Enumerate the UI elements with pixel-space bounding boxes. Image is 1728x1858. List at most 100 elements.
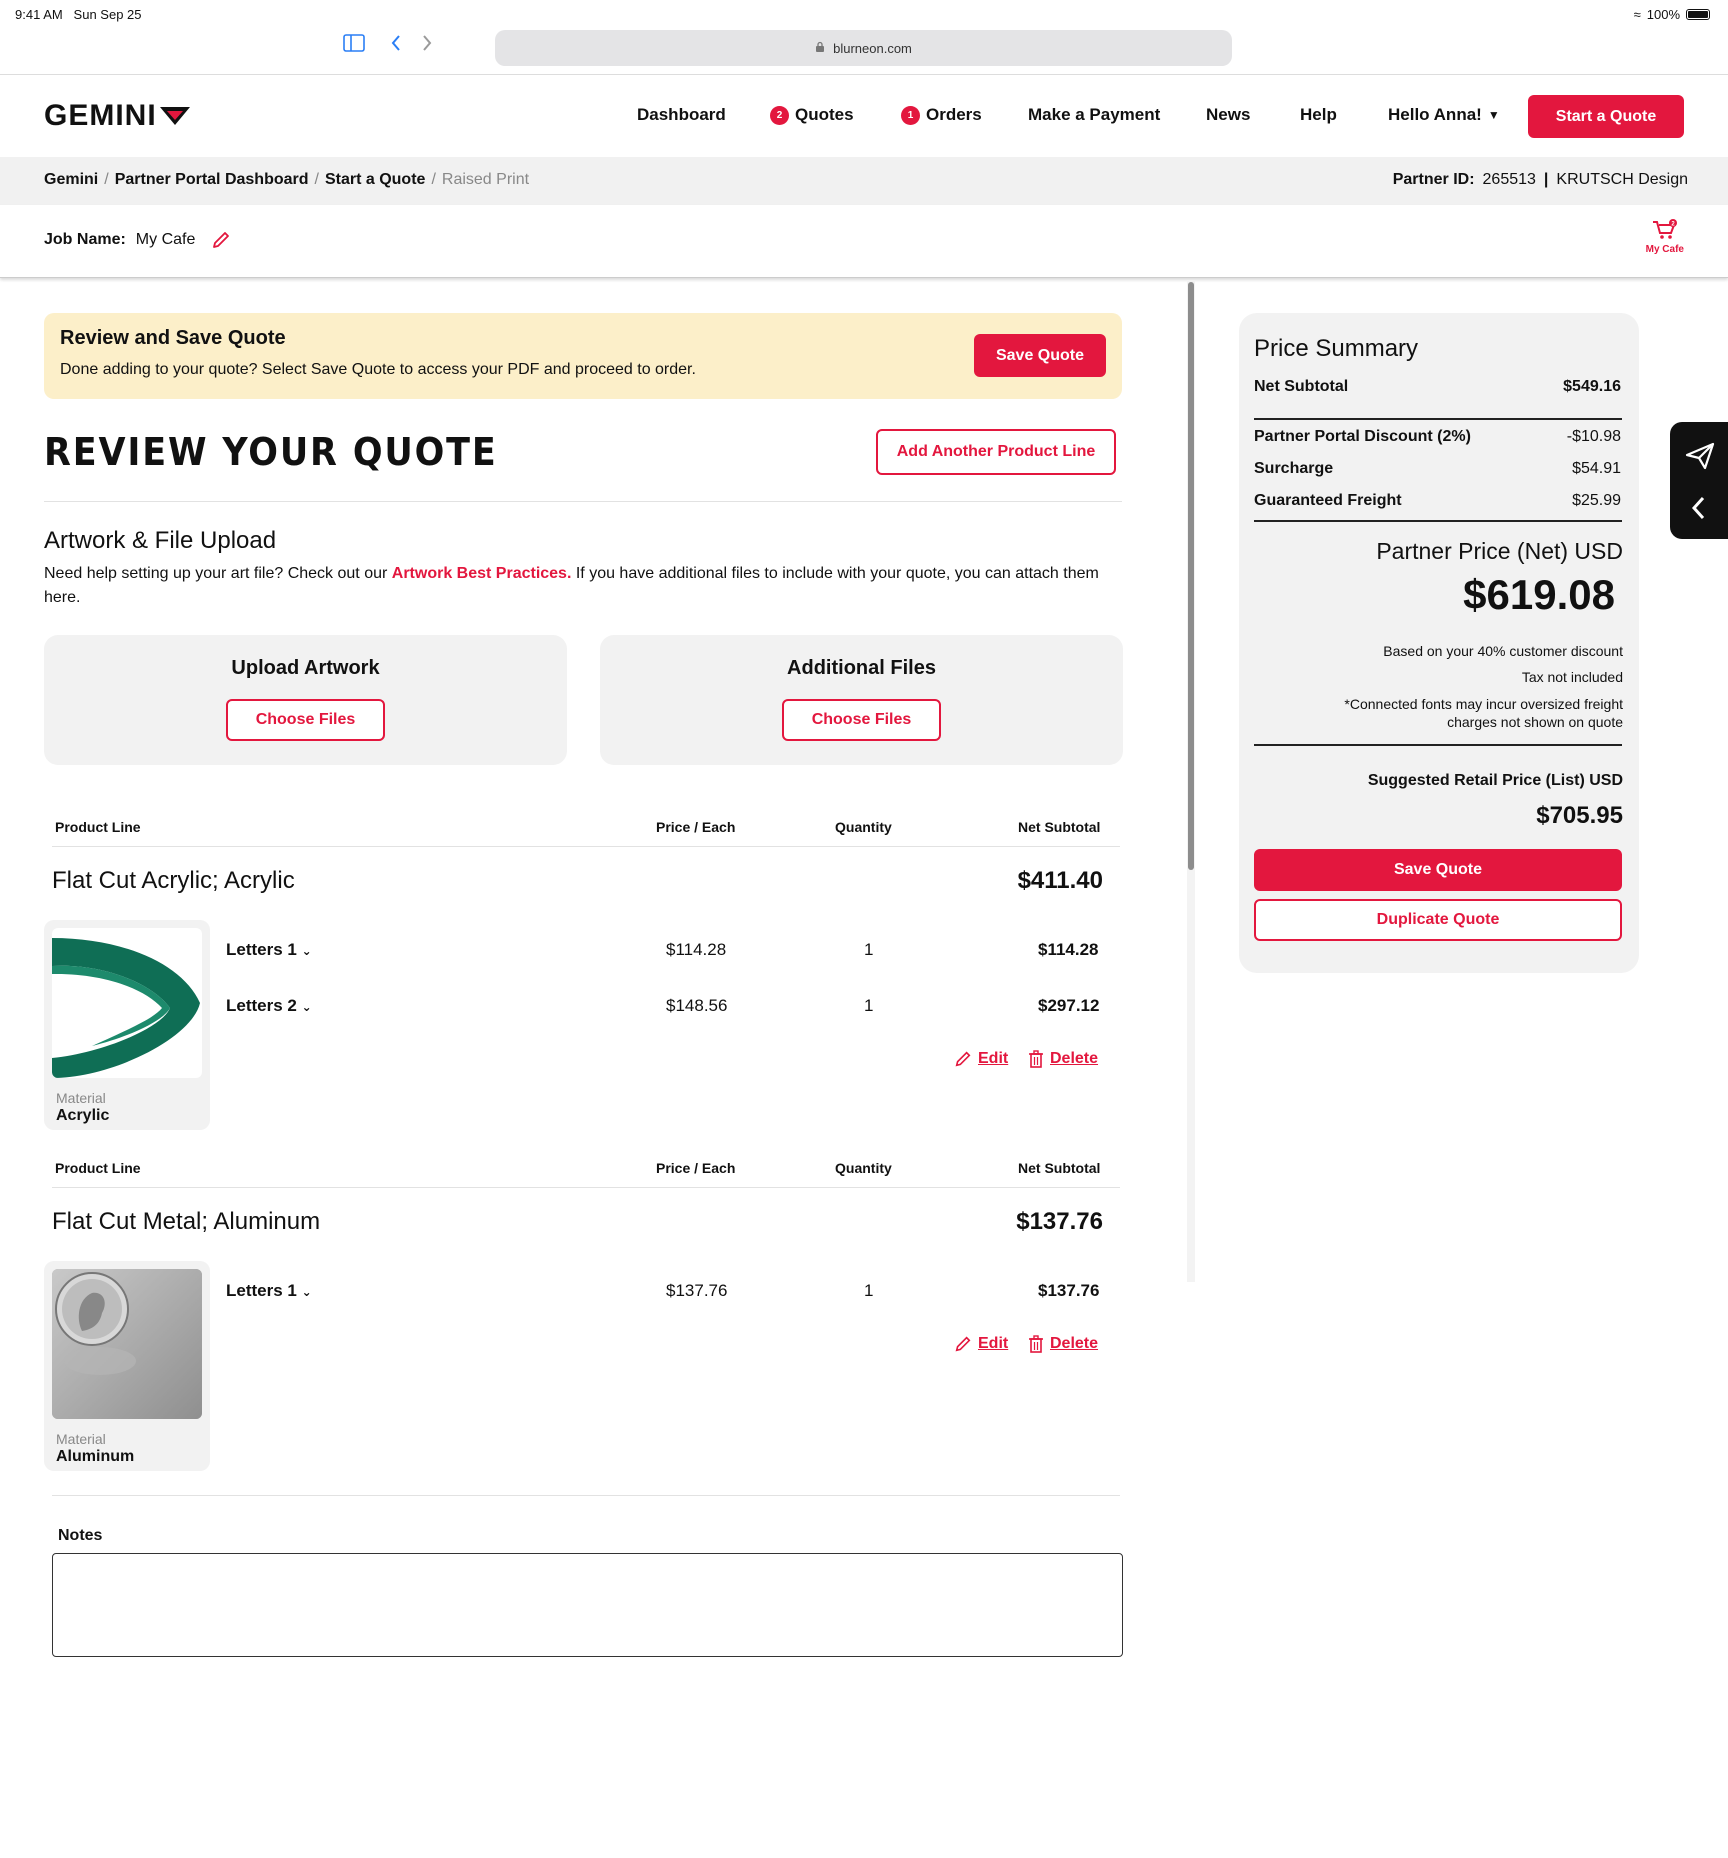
pencil-icon <box>955 1051 971 1067</box>
choose-artwork-button[interactable]: Choose Files <box>226 699 385 741</box>
breadcrumb-current: Raised Print <box>441 171 530 188</box>
edit-link[interactable]: Edit <box>954 1335 1008 1353</box>
duplicate-quote-button[interactable]: Duplicate Quote <box>1254 899 1622 941</box>
job-name-value: My Cafe <box>135 231 196 248</box>
trash-icon <box>1029 1050 1043 1068</box>
edit-link[interactable]: Edit <box>954 1050 1008 1068</box>
line-item-name[interactable]: Letters 2 ⌄ <box>226 996 312 1016</box>
nav-quotes-label: Quotes <box>795 105 854 124</box>
nav-orders[interactable]: 1 Orders <box>901 105 982 125</box>
partner-id-label: Partner ID: <box>1392 171 1475 188</box>
forward-icon[interactable] <box>421 34 433 56</box>
line-item-subtotal: $297.12 <box>1038 996 1100 1015</box>
col-net-subtotal: Net Subtotal <box>1018 1160 1101 1176</box>
summary-surcharge: Surcharge $54.91 <box>1254 460 1621 477</box>
line-item-qty: 1 <box>864 940 874 959</box>
summary-note-tax: Tax not included <box>1521 669 1623 685</box>
trash-icon <box>1029 1335 1043 1353</box>
send-icon[interactable] <box>1685 442 1715 470</box>
pencil-icon[interactable] <box>211 230 231 250</box>
nav-quotes[interactable]: 2 Quotes <box>770 105 854 125</box>
url-text: blurneon.com <box>833 40 912 56</box>
delete-link[interactable]: Delete <box>1028 1050 1098 1068</box>
choose-additional-files-button[interactable]: Choose Files <box>782 699 941 741</box>
review-banner: Review and Save Quote Done adding to you… <box>44 313 1122 399</box>
nav-dashboard[interactable]: Dashboard <box>637 105 726 125</box>
partner-company: KRUTSCH Design <box>1556 171 1688 188</box>
nav-make-payment[interactable]: Make a Payment <box>1028 105 1160 125</box>
col-product-line: Product Line <box>55 1160 141 1176</box>
col-quantity: Quantity <box>835 1160 892 1176</box>
cart[interactable]: 2 My Cafe <box>1646 219 1684 255</box>
notes-field[interactable] <box>52 1553 1123 1657</box>
banner-save-quote-button[interactable]: Save Quote <box>974 334 1106 377</box>
breadcrumb-dashboard[interactable]: Partner Portal Dashboard <box>115 171 309 189</box>
status-bar: 9:41 AM Sun Sep 25 ≈ 100% <box>0 0 1728 28</box>
nav-help[interactable]: Help <box>1300 105 1337 125</box>
orders-badge: 1 <box>901 105 920 125</box>
summary-save-quote-button[interactable]: Save Quote <box>1254 849 1622 891</box>
battery-percent: 100% <box>1646 7 1680 22</box>
divider <box>52 1495 1120 1496</box>
product-total: $137.76 <box>1016 1208 1103 1235</box>
cart-icon: 2 <box>1652 219 1677 239</box>
line-item-price: $114.28 <box>666 940 727 959</box>
chevron-left-icon[interactable] <box>1691 496 1707 520</box>
chevron-down-icon: ⌄ <box>301 1000 312 1014</box>
browser-toolbar: blurneon.com <box>0 28 1728 75</box>
breadcrumb-start-quote[interactable]: Start a Quote <box>325 171 425 189</box>
gemini-logo[interactable]: GEMINI <box>44 99 191 133</box>
user-menu[interactable]: Hello Anna! ▼ <box>1388 105 1500 125</box>
divider <box>44 501 1122 502</box>
additional-files-box: Additional Files Choose Files <box>600 635 1123 765</box>
line-item-name[interactable]: Letters 1 ⌄ <box>226 940 312 960</box>
chevron-down-icon: ⌄ <box>301 944 312 958</box>
summary-title: Price Summary <box>1254 335 1419 362</box>
side-panel-tab[interactable] <box>1670 422 1728 539</box>
start-quote-button[interactable]: Start a Quote <box>1528 95 1684 138</box>
material-label: Material <box>56 1090 106 1106</box>
line-item-name[interactable]: Letters 1 ⌄ <box>226 1281 312 1301</box>
chevron-down-icon: ⌄ <box>301 1285 312 1299</box>
wifi-icon: ≈ <box>1633 7 1641 22</box>
summary-note-discount: Based on your 40% customer discount <box>1383 643 1623 659</box>
nav-news[interactable]: News <box>1206 105 1250 125</box>
breadcrumb-band: Gemini / Partner Portal Dashboard / Star… <box>0 157 1728 205</box>
sidebar-toggle-icon[interactable] <box>343 34 365 56</box>
line-item-subtotal: $137.76 <box>1038 1281 1100 1300</box>
line-item-price: $137.76 <box>666 1281 728 1300</box>
line-item-price: $148.56 <box>666 996 728 1015</box>
price-summary: Price Summary Net Subtotal $549.16 Partne… <box>1239 313 1639 973</box>
add-product-line-button[interactable]: Add Another Product Line <box>876 429 1116 475</box>
summary-divider <box>1254 520 1622 522</box>
product-title: Flat Cut Metal; Aluminum <box>52 1208 321 1235</box>
logo-text: GEMINI <box>44 99 157 132</box>
back-icon[interactable] <box>390 34 402 56</box>
upload-artwork-label: Upload Artwork <box>231 657 380 679</box>
product-total: $411.40 <box>1017 867 1103 894</box>
artwork-best-practices-link[interactable]: Artwork Best Practices. <box>392 565 572 582</box>
logo-chevron-icon <box>159 107 190 125</box>
additional-files-label: Additional Files <box>787 657 936 679</box>
summary-net-subtotal: Net Subtotal $549.16 <box>1254 378 1621 395</box>
caret-down-icon: ▼ <box>1487 108 1500 122</box>
scrollbar-thumb[interactable] <box>1188 282 1194 870</box>
retail-price-label: Suggested Retail Price (List) USD <box>1367 772 1623 789</box>
cart-label: My Cafe <box>1645 244 1684 255</box>
delete-link[interactable]: Delete <box>1028 1335 1098 1353</box>
col-price-each: Price / Each <box>656 1160 736 1176</box>
breadcrumb-gemini[interactable]: Gemini <box>44 171 98 189</box>
line-item-subtotal: $114.28 <box>1038 940 1099 959</box>
partner-price-value: $619.08 <box>1463 571 1615 618</box>
line-item-qty: 1 <box>864 1281 874 1300</box>
line-item-qty: 1 <box>864 996 874 1015</box>
divider <box>52 1187 1120 1188</box>
material-card: Material Aluminum <box>44 1261 210 1471</box>
material-label: Material <box>56 1431 106 1447</box>
url-bar[interactable]: blurneon.com <box>495 30 1232 66</box>
summary-freight: Guaranteed Freight $25.99 <box>1254 492 1621 509</box>
col-product-line: Product Line <box>55 819 141 835</box>
status-time: 9:41 AM Sun Sep 25 <box>15 7 142 22</box>
breadcrumb-separator: / <box>431 171 436 188</box>
product-title: Flat Cut Acrylic; Acrylic <box>52 867 295 894</box>
